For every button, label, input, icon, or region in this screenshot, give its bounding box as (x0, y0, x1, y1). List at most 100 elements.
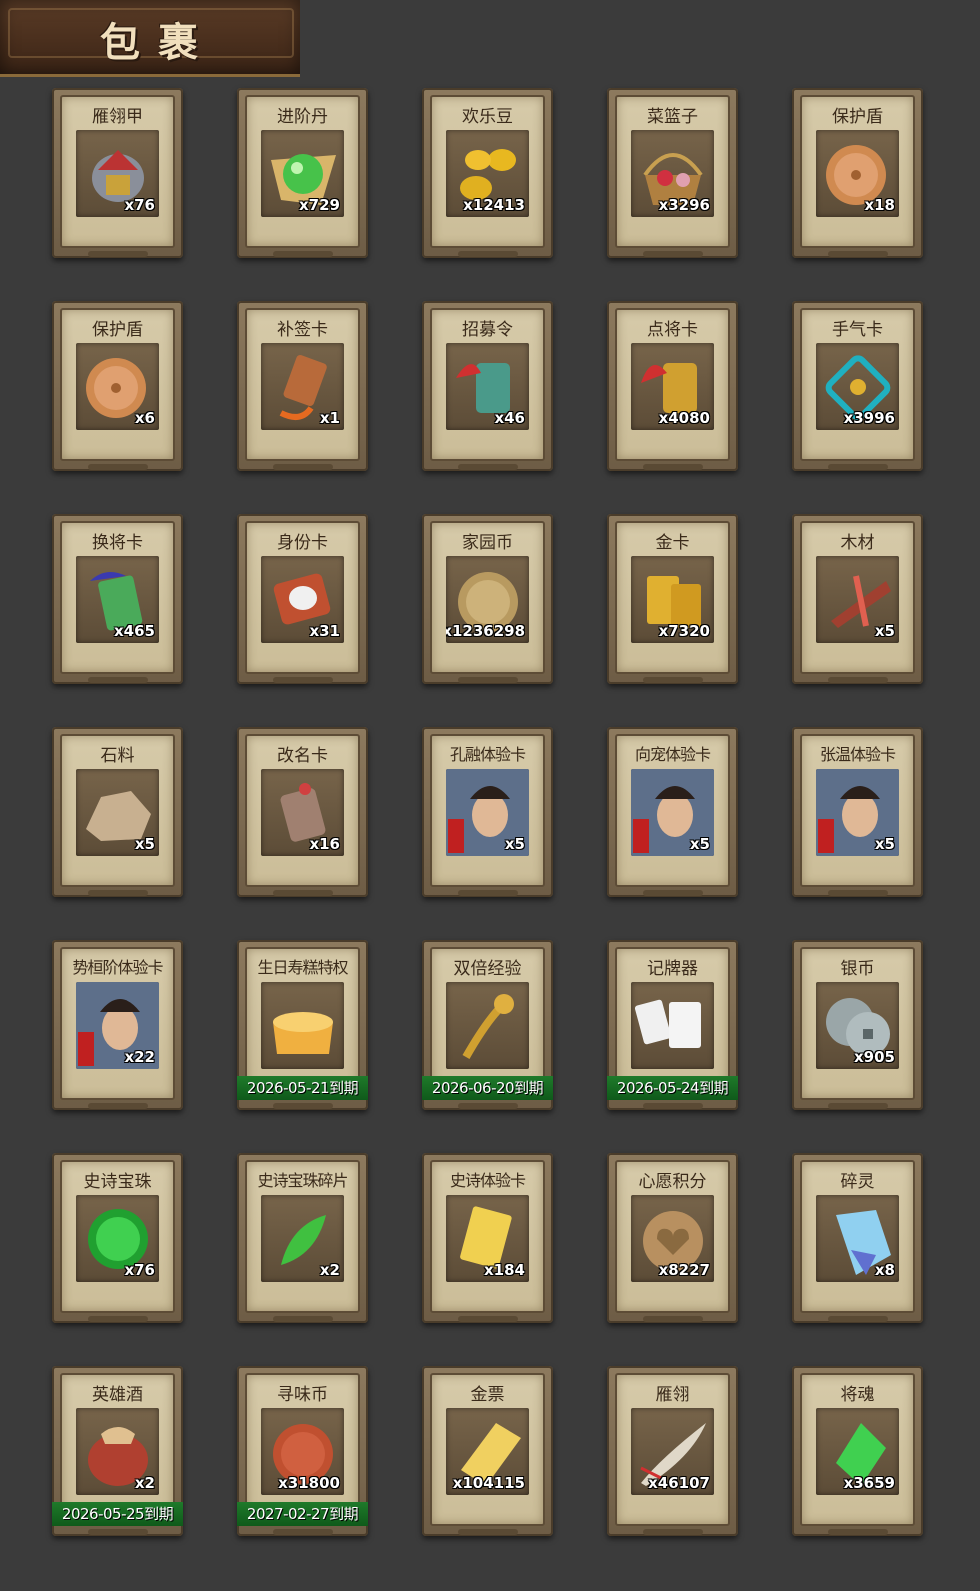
item-name: 生日寿糕特权 (257, 958, 348, 977)
trial-portrait-icon: x5 (816, 769, 899, 856)
item-name: 势桓阶体验卡 (72, 958, 163, 977)
feather-icon: x46107 (631, 1408, 714, 1495)
item-name: 史诗宝珠碎片 (257, 1171, 348, 1190)
inventory-item-card[interactable]: 保护盾 x18 (792, 88, 923, 258)
identity-card-icon: x31 (261, 556, 344, 643)
item-expiry-badge: 2026-06-20到期 (422, 1076, 553, 1100)
inventory-item-card[interactable]: 换将卡 x465 (52, 514, 183, 684)
item-quantity: x104115 (452, 1474, 525, 1492)
inventory-item-card[interactable]: 英雄酒 x2 2026-05-25到期 (52, 1366, 183, 1536)
item-name: 手气卡 (832, 320, 883, 340)
inventory-item-card[interactable]: 菜篮子 x3296 (607, 88, 738, 258)
item-name: 欢乐豆 (462, 107, 513, 127)
inventory-item-card[interactable]: 石料 x5 (52, 727, 183, 897)
inventory-item-card[interactable]: 雁翎 x46107 (607, 1366, 738, 1536)
inventory-item-card[interactable]: 将魂 x3659 (792, 1366, 923, 1536)
item-quantity: x2 (319, 1261, 340, 1279)
item-quantity: x8227 (658, 1261, 710, 1279)
inventory-item-card[interactable]: 身份卡 x31 (237, 514, 368, 684)
inventory-grid: 雁翎甲 x76 进阶丹 x729 欢乐豆 x12413 菜篮子 x3296 保护盾 x18 保护盾 x… (52, 88, 923, 1536)
inventory-item-card[interactable]: 家园币 x1236298 (422, 514, 553, 684)
inventory-item-card[interactable]: 手气卡 x3996 (792, 301, 923, 471)
item-quantity: x3296 (658, 196, 710, 214)
inventory-item-card[interactable]: 点将卡 x4080 (607, 301, 738, 471)
inventory-item-card[interactable]: 心愿积分 x8227 (607, 1153, 738, 1323)
stone-icon: x5 (76, 769, 159, 856)
inventory-item-card[interactable]: 进阶丹 x729 (237, 88, 368, 258)
luck-card-icon: x3996 (816, 343, 899, 430)
item-quantity: x46107 (648, 1474, 710, 1492)
inventory-item-card[interactable]: 木材 x5 (792, 514, 923, 684)
inventory-item-card[interactable]: 史诗宝珠碎片 x2 (237, 1153, 368, 1323)
inventory-item-card[interactable]: 雁翎甲 x76 (52, 88, 183, 258)
item-quantity: x729 (299, 196, 340, 214)
item-quantity: x905 (854, 1048, 895, 1066)
item-quantity: x22 (124, 1048, 155, 1066)
inventory-item-card[interactable]: 招募令 x46 (422, 301, 553, 471)
inventory-item-card[interactable]: 张温体验卡 x5 (792, 727, 923, 897)
item-name: 改名卡 (277, 746, 328, 766)
double-exp-icon (446, 982, 529, 1069)
inventory-item-card[interactable]: 寻味币 x31800 2027-02-27到期 (237, 1366, 368, 1536)
inventory-item-card[interactable]: 碎灵 x8 (792, 1153, 923, 1323)
item-name: 英雄酒 (92, 1385, 143, 1405)
inventory-item-card[interactable]: 保护盾 x6 (52, 301, 183, 471)
item-quantity: x7320 (658, 622, 710, 640)
item-name: 进阶丹 (277, 107, 328, 127)
item-quantity: x6 (134, 409, 155, 427)
item-quantity: x5 (874, 622, 895, 640)
armor-icon: x76 (76, 130, 159, 217)
advance-pill-icon: x729 (261, 130, 344, 217)
inventory-item-card[interactable]: 改名卡 x16 (237, 727, 368, 897)
item-quantity: x3659 (843, 1474, 895, 1492)
trial-portrait-icon: x5 (631, 769, 714, 856)
item-quantity: x5 (504, 835, 525, 853)
vegetable-basket-icon: x3296 (631, 130, 714, 217)
item-quantity: x31 (309, 622, 340, 640)
item-quantity: x5 (689, 835, 710, 853)
inventory-item-card[interactable]: 金票 x104115 (422, 1366, 553, 1536)
inventory-item-card[interactable]: 孔融体验卡 x5 (422, 727, 553, 897)
inventory-item-card[interactable]: 双倍经验 2026-06-20到期 (422, 940, 553, 1110)
item-name: 金卡 (655, 533, 690, 553)
item-quantity: x76 (124, 1261, 155, 1279)
item-name: 金票 (470, 1385, 505, 1405)
inventory-item-card[interactable]: 史诗宝珠 x76 (52, 1153, 183, 1323)
inventory-item-card[interactable]: 金卡 x7320 (607, 514, 738, 684)
rename-card-icon: x16 (261, 769, 344, 856)
item-quantity: x12413 (463, 196, 525, 214)
item-expiry-badge: 2026-05-21到期 (237, 1076, 368, 1100)
inventory-item-card[interactable]: 补签卡 x1 (237, 301, 368, 471)
card-counter-icon (631, 982, 714, 1069)
inventory-item-card[interactable]: 生日寿糕特权 2026-05-21到期 (237, 940, 368, 1110)
inventory-item-card[interactable]: 史诗体验卡 x184 (422, 1153, 553, 1323)
general-pick-card-icon: x4080 (631, 343, 714, 430)
item-quantity: x46 (494, 409, 525, 427)
item-quantity: x76 (124, 196, 155, 214)
shield-icon: x6 (76, 343, 159, 430)
item-quantity: x5 (874, 835, 895, 853)
inventory-title-banner: 包裹 (0, 0, 300, 77)
trial-portrait-icon: x22 (76, 982, 159, 1069)
gold-ticket-icon: x104115 (446, 1408, 529, 1495)
shield-icon: x18 (816, 130, 899, 217)
item-name: 菜篮子 (647, 107, 698, 127)
inventory-item-card[interactable]: 势桓阶体验卡 x22 (52, 940, 183, 1110)
birthday-cake-icon (261, 982, 344, 1069)
home-coin-icon: x1236298 (446, 556, 529, 643)
item-quantity: x31800 (278, 1474, 340, 1492)
inventory-item-card[interactable]: 向宠体验卡 x5 (607, 727, 738, 897)
orb-fragment-icon: x2 (261, 1195, 344, 1282)
item-name: 保护盾 (832, 107, 883, 127)
item-expiry-badge: 2026-05-25到期 (52, 1502, 183, 1526)
inventory-item-card[interactable]: 欢乐豆 x12413 (422, 88, 553, 258)
item-name: 向宠体验卡 (634, 745, 711, 764)
happy-bean-icon: x12413 (446, 130, 529, 217)
item-quantity: x1236298 (446, 622, 525, 640)
item-name: 孔融体验卡 (449, 745, 526, 764)
inventory-item-card[interactable]: 银币 x905 (792, 940, 923, 1110)
item-name: 记牌器 (647, 959, 698, 979)
silver-coin-icon: x905 (816, 982, 899, 1069)
wood-icon: x5 (816, 556, 899, 643)
inventory-item-card[interactable]: 记牌器 2026-05-24到期 (607, 940, 738, 1110)
